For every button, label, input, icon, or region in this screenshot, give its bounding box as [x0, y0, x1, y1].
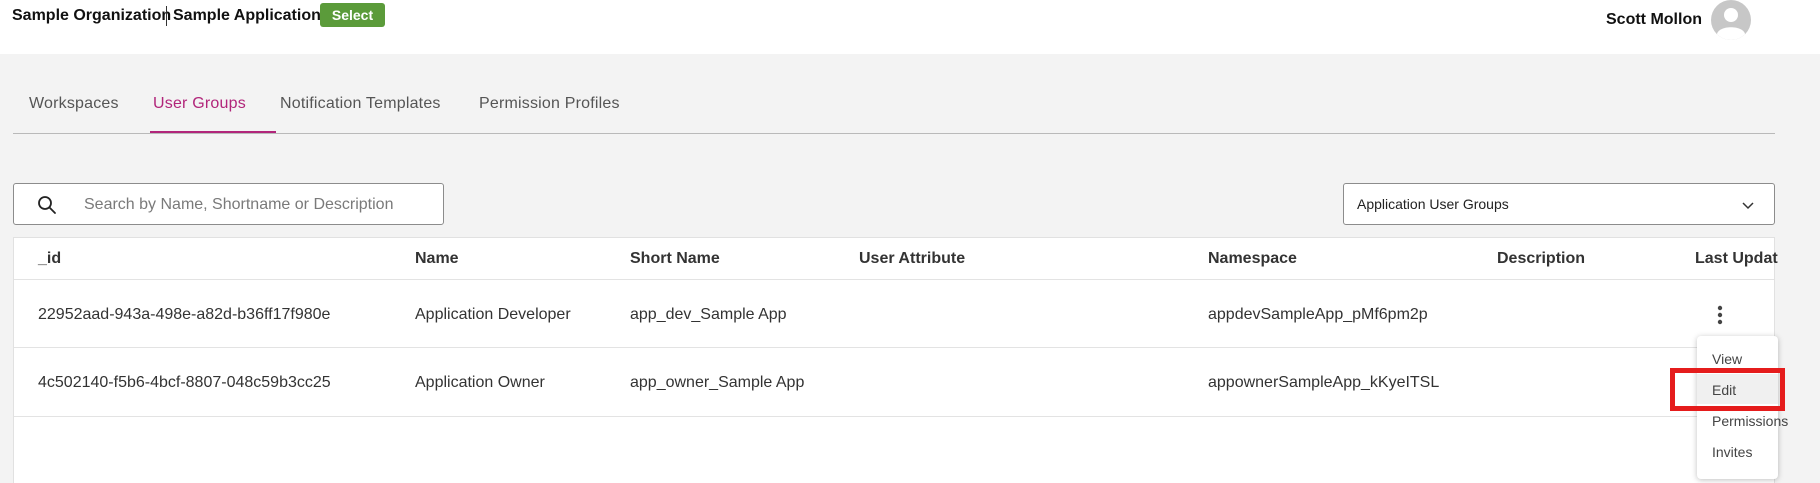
column-header-id[interactable]: _id: [38, 250, 61, 268]
column-header-short-name[interactable]: Short Name: [630, 250, 720, 268]
column-header-description[interactable]: Description: [1497, 250, 1585, 268]
menu-item-edit[interactable]: Edit: [1712, 382, 1736, 398]
cell-name: Application Developer: [415, 306, 571, 323]
search-icon: [38, 196, 56, 214]
column-header-name[interactable]: Name: [415, 250, 459, 268]
menu-item-invites[interactable]: Invites: [1712, 444, 1752, 460]
column-header-namespace[interactable]: Namespace: [1208, 250, 1297, 268]
column-header-last-updated[interactable]: Last Updat: [1695, 250, 1778, 268]
column-header-user-attribute[interactable]: User Attribute: [859, 250, 965, 268]
tabs-divider: [13, 133, 1775, 134]
organization-name[interactable]: Sample Organization: [12, 7, 171, 25]
search-box[interactable]: [13, 183, 444, 225]
menu-item-hover: [1697, 374, 1778, 404]
cell-short-name: app_dev_Sample App: [630, 306, 787, 323]
top-header: Sample Organization Sample Application S…: [0, 0, 1820, 54]
header-separator: [166, 6, 167, 26]
user-group-type-select[interactable]: Application User Groups: [1343, 183, 1775, 225]
tab-permission-profiles[interactable]: Permission Profiles: [479, 95, 620, 113]
more-actions-icon[interactable]: [1712, 303, 1728, 327]
cell-name: Application Owner: [415, 374, 545, 391]
user-icon: [1717, 8, 1745, 40]
user-name[interactable]: Scott Mollon: [1606, 11, 1702, 29]
cell-short-name: app_owner_Sample App: [630, 374, 805, 391]
select-value: Application User Groups: [1357, 196, 1509, 212]
cell-namespace: appdevSampleApp_pMf6pm2p: [1208, 306, 1428, 323]
select-button[interactable]: Select: [320, 3, 385, 27]
tab-workspaces[interactable]: Workspaces: [29, 95, 119, 113]
header-divider: [14, 279, 1774, 280]
cell-id: 4c502140-f5b6-4bcf-8807-048c59b3cc25: [38, 374, 331, 391]
avatar[interactable]: [1711, 0, 1751, 40]
tab-bar: Workspaces User Groups Notification Temp…: [13, 95, 1775, 135]
menu-item-view[interactable]: View: [1712, 351, 1742, 367]
cell-namespace: appownerSampleApp_kKyeITSL: [1208, 374, 1440, 391]
tab-notification-templates[interactable]: Notification Templates: [280, 95, 441, 113]
application-name[interactable]: Sample Application: [173, 7, 321, 25]
row-divider: [14, 347, 1774, 348]
row-divider: [14, 416, 1774, 417]
row-actions-menu: View Edit Permissions Invites: [1697, 336, 1788, 479]
cell-id: 22952aad-943a-498e-a82d-b36ff17f980e: [38, 306, 331, 323]
user-groups-table: _id Name Short Name User Attribute Names…: [13, 237, 1778, 483]
tab-user-groups[interactable]: User Groups: [153, 95, 246, 113]
menu-item-permissions[interactable]: Permissions: [1712, 413, 1788, 429]
search-input[interactable]: [82, 192, 426, 218]
chevron-down-icon: [1742, 202, 1754, 210]
